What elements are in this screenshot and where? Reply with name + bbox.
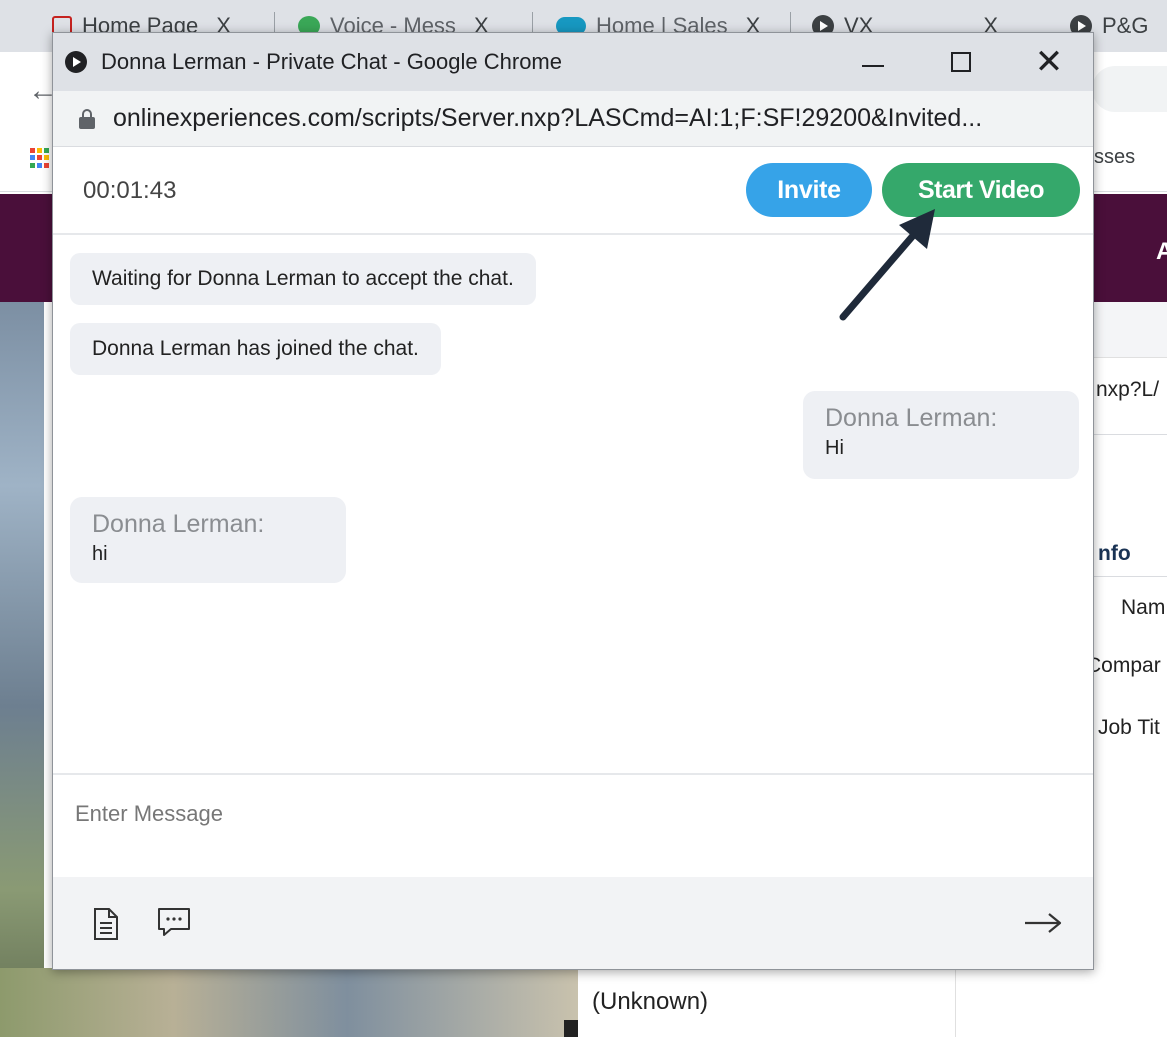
chat-footer <box>53 877 1093 969</box>
apps-grid-icon[interactable] <box>30 148 50 168</box>
background-field-company: Compar <box>1086 654 1161 677</box>
background-address-bar[interactable] <box>1092 66 1167 112</box>
close-button[interactable]: ✕ <box>1005 33 1093 91</box>
play-circle-icon <box>65 51 87 73</box>
bg-tab-label: P&G <box>1102 13 1149 38</box>
message-placeholder: Enter Message <box>75 801 223 826</box>
window-title: Donna Lerman - Private Chat - Google Chr… <box>101 49 562 74</box>
background-photo <box>0 302 44 1037</box>
bookmark-label[interactable]: sses <box>1094 146 1135 169</box>
chat-message-right: Donna Lerman: Hi <box>803 391 1079 479</box>
message-input[interactable]: Enter Message <box>53 773 1093 877</box>
chat-message-left: Donna Lerman: hi <box>70 497 346 583</box>
background-square-icon <box>564 1020 578 1037</box>
message-text: hi <box>92 543 108 565</box>
background-right-urlbar <box>1092 302 1167 358</box>
send-arrow-icon[interactable] <box>1023 911 1063 935</box>
message-text: Hi <box>825 437 844 459</box>
background-field-name: Nam <box>1121 596 1166 619</box>
window-titlebar[interactable]: Donna Lerman - Private Chat - Google Chr… <box>53 33 1093 91</box>
minimize-icon <box>862 65 884 67</box>
comment-icon[interactable] <box>157 907 191 937</box>
banner-letter-icon: A <box>1156 238 1167 265</box>
maximize-button[interactable] <box>917 33 1005 91</box>
background-field-job: Job Tit <box>1098 716 1160 739</box>
url-text[interactable]: onlinexperiences.com/scripts/Server.nxp?… <box>113 104 982 133</box>
maximize-icon <box>951 52 971 72</box>
message-sender: Donna Lerman: <box>92 510 265 538</box>
background-contact-status: (Unknown) <box>592 988 709 1015</box>
minimize-button[interactable] <box>829 33 917 91</box>
address-bar[interactable]: onlinexperiences.com/scripts/Server.nxp?… <box>53 91 1093 147</box>
chat-timer: 00:01:43 <box>83 177 177 204</box>
close-icon: ✕ <box>1034 43 1064 81</box>
document-icon[interactable] <box>93 907 119 941</box>
annotation-arrow-icon <box>839 209 935 321</box>
lock-icon[interactable] <box>79 108 95 129</box>
system-message: Donna Lerman has joined the chat. <box>70 323 441 375</box>
background-section-label: nfo <box>1098 542 1131 565</box>
message-sender: Donna Lerman: <box>825 404 998 432</box>
background-photo-bottom <box>0 968 578 1037</box>
background-url-fragment: nxp?L/ <box>1096 378 1160 401</box>
private-chat-window: Donna Lerman - Private Chat - Google Chr… <box>52 32 1094 970</box>
system-message: Waiting for Donna Lerman to accept the c… <box>70 253 536 305</box>
